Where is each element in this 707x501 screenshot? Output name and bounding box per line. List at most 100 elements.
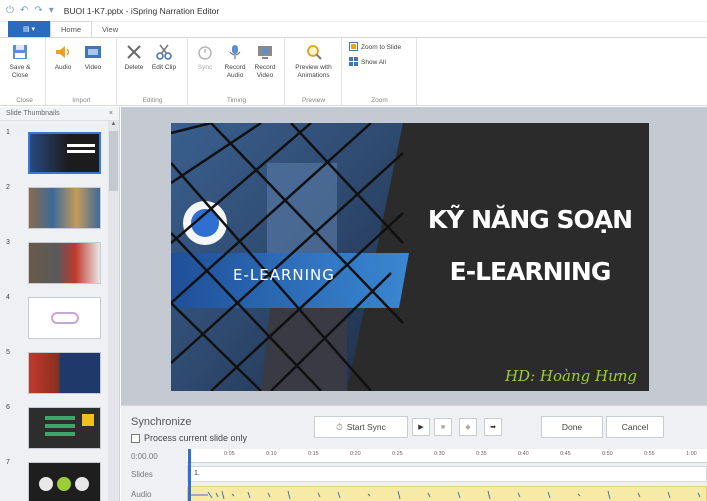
record-audio-label: Record Audio bbox=[224, 64, 246, 79]
thumbnail-item[interactable]: 3 bbox=[0, 239, 108, 289]
timeline-time: 0:00.00 bbox=[131, 452, 158, 461]
ruler-tick: 0:25 bbox=[392, 451, 403, 457]
group-import: Audio Video Import bbox=[47, 38, 117, 106]
slide-canvas: E-LEARNING KỸ NĂNG SOẠN E-LEARNING HD: H… bbox=[171, 123, 649, 391]
webcam-icon bbox=[255, 42, 275, 62]
thumbnail-number: 6 bbox=[6, 404, 10, 411]
zoom-to-slide-label: Zoom to Slide bbox=[361, 44, 402, 51]
stopwatch-icon: ⏱ bbox=[336, 421, 343, 432]
app-icon: ⏻ bbox=[6, 5, 14, 16]
redo-icon[interactable]: ↷ bbox=[34, 5, 42, 16]
group-preview-label: Preview bbox=[301, 97, 326, 104]
audio-waveform bbox=[188, 490, 701, 500]
edit-clip-button[interactable]: Edit Clip bbox=[151, 42, 177, 72]
timeline: 0:00.00 Slides Audio 0:05 0:10 0:15 0:20… bbox=[121, 449, 707, 501]
import-audio-button[interactable]: Audio bbox=[50, 42, 76, 72]
timeline-playhead[interactable] bbox=[188, 449, 191, 501]
timeline-ruler[interactable]: 0:05 0:10 0:15 0:20 0:25 0:30 0:35 0:40 … bbox=[187, 449, 707, 463]
next-icon[interactable]: ➡ bbox=[484, 418, 502, 436]
ruler-tick: 1:00 bbox=[686, 451, 697, 457]
sync-button[interactable]: Sync bbox=[192, 42, 218, 80]
cancel-button[interactable]: Cancel bbox=[606, 416, 664, 438]
group-close-label: Close bbox=[16, 97, 33, 104]
start-sync-button[interactable]: ⏱ Start Sync bbox=[314, 416, 408, 438]
thumbnail-item[interactable]: 6 bbox=[0, 404, 108, 454]
show-all-button[interactable]: Show All bbox=[349, 57, 416, 68]
checkbox-box[interactable] bbox=[131, 433, 140, 443]
start-sync-label: Start Sync bbox=[346, 422, 386, 432]
delete-button[interactable]: Delete bbox=[121, 42, 147, 72]
thumbnail-item[interactable]: 7 bbox=[0, 459, 108, 501]
ruler-tick: 0:30 bbox=[434, 451, 445, 457]
customize-qat-icon[interactable]: ▾ bbox=[49, 5, 54, 16]
microphone-icon bbox=[225, 42, 245, 62]
thumbnail-item[interactable]: 1 bbox=[0, 129, 108, 179]
previous-icon[interactable]: ◆ bbox=[459, 418, 477, 436]
speaker-icon bbox=[53, 42, 73, 62]
magnifier-play-icon bbox=[304, 42, 324, 62]
film-icon bbox=[83, 42, 103, 62]
synchronize-panel: Synchronize Process current slide only ⏱… bbox=[121, 405, 707, 501]
zoom-to-slide-button[interactable]: Zoom to Slide bbox=[349, 42, 416, 53]
group-zoom: Zoom to Slide Show All Zoom bbox=[343, 38, 417, 106]
group-zoom-label: Zoom bbox=[371, 97, 388, 104]
timeline-audio-track[interactable] bbox=[187, 486, 707, 501]
import-video-label: Video bbox=[84, 64, 102, 71]
tab-home[interactable]: Home bbox=[50, 21, 93, 37]
record-video-label: Record Video bbox=[254, 64, 276, 79]
group-close: Save & Close Close bbox=[4, 38, 46, 106]
preview-button[interactable]: Preview with Animations bbox=[290, 42, 338, 80]
import-video-button[interactable]: Video bbox=[80, 42, 106, 72]
show-all-icon bbox=[349, 57, 358, 68]
done-button[interactable]: Done bbox=[541, 416, 603, 438]
thumbnail-item[interactable]: 5 bbox=[0, 349, 108, 399]
ruler-tick: 0:15 bbox=[308, 451, 319, 457]
thumbnail-number: 2 bbox=[6, 184, 10, 191]
thumbnails-scrollbar[interactable]: ▲ bbox=[108, 121, 119, 501]
close-panel-icon[interactable]: × bbox=[109, 110, 113, 117]
synchronize-title: Synchronize bbox=[131, 416, 192, 428]
thumbnail-image bbox=[28, 407, 101, 449]
window-title: BUOI 1-K7.pptx - iSpring Narration Edito… bbox=[63, 5, 220, 16]
sync-label: Sync bbox=[197, 64, 213, 71]
thumbnail-image bbox=[28, 352, 101, 394]
ruler-tick: 0:05 bbox=[224, 451, 235, 457]
scrollbar-thumb[interactable] bbox=[109, 131, 118, 191]
slide-marker: 1. bbox=[194, 470, 200, 477]
ruler-tick: 0:55 bbox=[644, 451, 655, 457]
ruler-tick: 0:40 bbox=[518, 451, 529, 457]
group-preview: Preview with Animations Preview bbox=[286, 38, 342, 106]
thumbnail-image bbox=[28, 462, 101, 501]
scroll-up-icon[interactable]: ▲ bbox=[108, 121, 119, 127]
stop-icon[interactable]: ■ bbox=[434, 418, 452, 436]
edit-clip-label: Edit Clip bbox=[151, 64, 177, 71]
title-bar: ⏻ ↶ ↷ ▾ BUOI 1-K7.pptx - iSpring Narrati… bbox=[0, 0, 707, 22]
slide-thumbnails-panel: Slide Thumbnails × 1 2 3 4 5 6 7 ▲ bbox=[0, 107, 120, 501]
thumbnail-item[interactable]: 2 bbox=[0, 184, 108, 234]
thumbnail-number: 7 bbox=[6, 459, 10, 466]
tab-view[interactable]: View bbox=[92, 21, 128, 37]
ruler-tick: 0:10 bbox=[266, 451, 277, 457]
thumbnail-item[interactable]: 4 bbox=[0, 294, 108, 344]
group-timing-label: Timing bbox=[226, 97, 247, 104]
record-audio-button[interactable]: Record Audio bbox=[222, 42, 248, 80]
preview-label: Preview with Animations bbox=[295, 64, 332, 79]
process-current-slide-checkbox[interactable]: Process current slide only bbox=[131, 433, 247, 443]
thumbnail-number: 3 bbox=[6, 239, 10, 246]
thumbnail-image bbox=[28, 132, 101, 174]
stopwatch-icon bbox=[195, 42, 215, 62]
group-timing: Sync Record Audio Record Video Timing bbox=[189, 38, 285, 106]
undo-icon[interactable]: ↶ bbox=[20, 5, 28, 16]
slide-stage: E-LEARNING KỸ NĂNG SOẠN E-LEARNING HD: H… bbox=[121, 107, 707, 405]
delete-x-icon bbox=[124, 42, 144, 62]
file-tab[interactable]: ▤ ▾ bbox=[8, 21, 50, 37]
thumbnail-number: 4 bbox=[6, 294, 10, 301]
scissors-icon bbox=[154, 42, 174, 62]
timeline-slides-track[interactable]: 1. bbox=[187, 466, 707, 482]
record-video-button[interactable]: Record Video bbox=[252, 42, 278, 80]
save-close-button[interactable]: Save & Close bbox=[7, 42, 33, 80]
import-audio-label: Audio bbox=[54, 64, 72, 71]
slide-title-line1: KỸ NĂNG SOẠN bbox=[427, 205, 633, 234]
quick-access-toolbar: ⏻ ↶ ↷ ▾ bbox=[6, 5, 54, 16]
play-icon[interactable]: ▶ bbox=[412, 418, 430, 436]
